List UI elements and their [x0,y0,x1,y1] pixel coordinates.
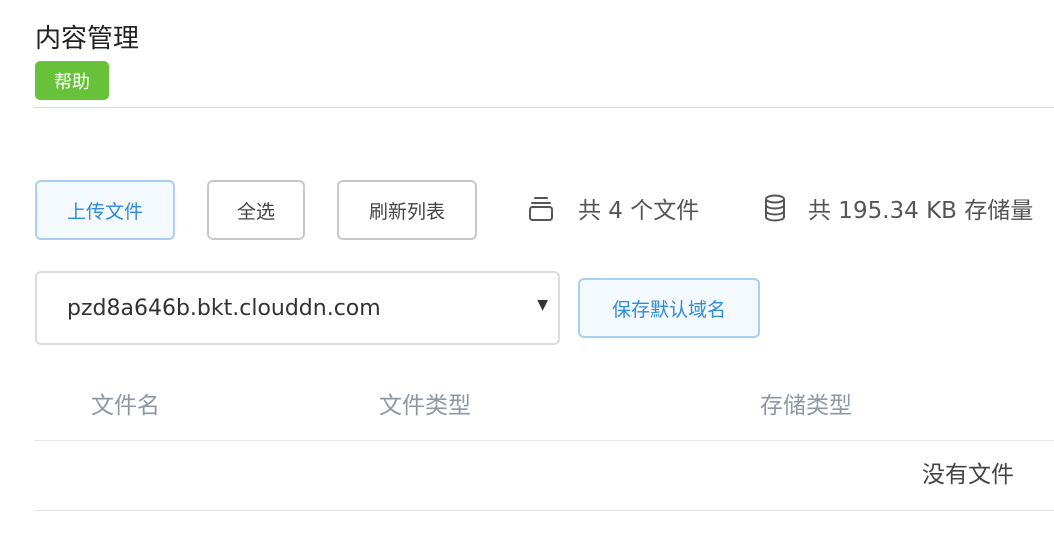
table-bottom-divider [34,510,1054,511]
file-count-stat: 共 4 个文件 [526,190,699,226]
refresh-list-button[interactable]: 刷新列表 [337,180,477,240]
table-header: 文件名 文件类型 存储类型 [0,388,1054,424]
column-header-filename[interactable]: 文件名 [91,388,160,424]
select-all-button[interactable]: 全选 [207,180,305,240]
domain-select[interactable]: pzd8a646b.bkt.clouddn.com ▼ [35,271,560,345]
storage-text: 共 195.34 KB 存储量 [808,198,1034,224]
database-icon [762,193,788,223]
file-count-text: 共 4 个文件 [578,198,700,224]
table-header-divider [34,440,1054,441]
caret-down-icon: ▼ [537,297,548,313]
domain-select-value: pzd8a646b.bkt.clouddn.com [67,295,381,321]
content-management-page: 内容管理 帮助 上传文件 全选 刷新列表 共 4 个文件 共 195.34 KB… [0,0,1054,550]
column-header-filetype[interactable]: 文件类型 [379,388,471,424]
upload-file-button[interactable]: 上传文件 [35,180,175,240]
layers-icon [526,193,556,223]
page-title: 内容管理 [35,24,140,54]
storage-stat: 共 195.34 KB 存储量 [762,190,1033,226]
empty-state-text: 没有文件 [922,462,1014,488]
help-button[interactable]: 帮助 [35,61,109,100]
save-default-domain-button[interactable]: 保存默认域名 [578,278,760,338]
column-header-storagetype[interactable]: 存储类型 [760,388,852,424]
header-divider [34,107,1054,108]
